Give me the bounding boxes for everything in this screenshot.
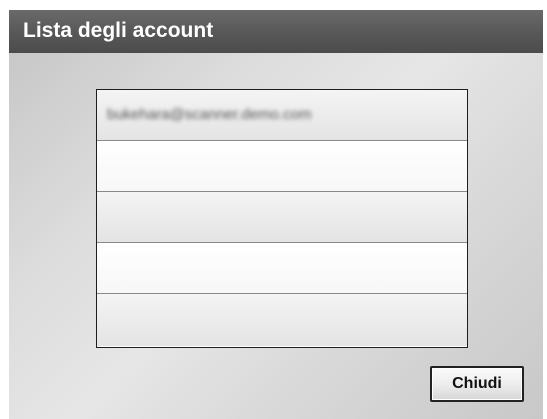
account-list-item[interactable]: bukehara@scanner.demo.com (97, 90, 467, 141)
account-list-item[interactable] (97, 141, 467, 192)
account-list-item[interactable] (97, 294, 467, 346)
dialog-title: Lista degli account (23, 19, 214, 42)
account-list-item[interactable] (97, 192, 467, 243)
title-bar: Lista degli account (9, 10, 543, 53)
account-list-item[interactable] (97, 243, 467, 294)
account-email: bukehara@scanner.demo.com (107, 106, 312, 123)
close-button[interactable]: Chiudi (430, 366, 524, 402)
account-list[interactable]: bukehara@scanner.demo.com (96, 89, 468, 348)
account-list-dialog: Lista degli account bukehara@scanner.dem… (9, 10, 543, 419)
